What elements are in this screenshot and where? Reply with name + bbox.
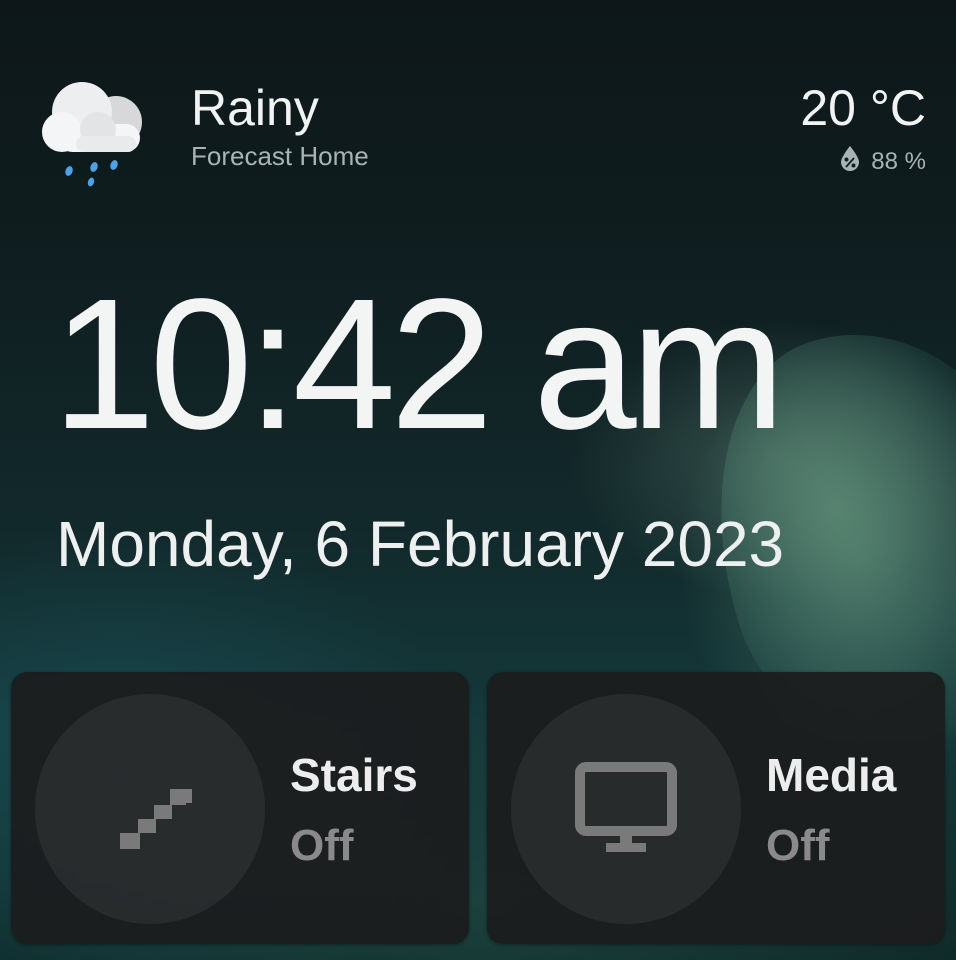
- water-percent-icon: [837, 144, 863, 180]
- stairs-toggle-button[interactable]: [35, 694, 265, 924]
- weather-condition: Rainy: [191, 80, 319, 136]
- stairs-tile[interactable]: Stairs Off: [11, 672, 469, 944]
- monitor-icon: [575, 762, 677, 852]
- media-toggle-button[interactable]: [511, 694, 741, 924]
- temperature-value: 20 °C: [800, 80, 926, 136]
- media-name: Media: [766, 749, 897, 801]
- humidity-row: 88 %: [837, 144, 926, 180]
- stairs-state: Off: [290, 821, 354, 870]
- media-tile[interactable]: Media Off: [487, 672, 945, 944]
- media-state: Off: [766, 821, 830, 870]
- weather-location: Forecast Home: [191, 141, 369, 171]
- stairs-name: Stairs: [290, 749, 418, 801]
- dashboard-panel: Rainy Forecast Home 20 °C 88 % 10:42 am …: [0, 0, 956, 960]
- clock-date: Monday, 6 February 2023: [56, 508, 785, 580]
- clock-time: 10:42 am: [52, 261, 786, 468]
- stairs-icon: [120, 789, 192, 849]
- rainy-cloud-icon[interactable]: [36, 74, 152, 190]
- humidity-value: 88 %: [871, 148, 926, 175]
